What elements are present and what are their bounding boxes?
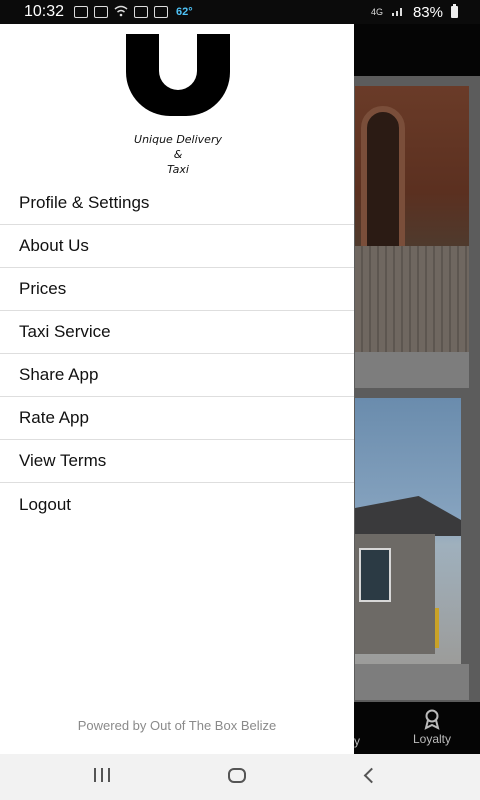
battery-icon — [451, 4, 458, 18]
house-photo-card[interactable] — [355, 398, 461, 664]
status-time: 10:32 — [24, 3, 65, 20]
signal-icon — [391, 4, 405, 21]
door — [359, 548, 391, 602]
post — [435, 608, 439, 648]
menu-item-profile-settings[interactable]: Profile & Settings — [0, 182, 354, 225]
roof — [355, 496, 461, 536]
card-caption — [355, 664, 469, 700]
weather-temp: 62° — [176, 6, 193, 18]
logo-line-2: & — [173, 148, 183, 161]
message-icon — [94, 6, 109, 18]
recents-button[interactable] — [90, 766, 114, 788]
wifi-icon — [114, 4, 128, 21]
building-photo-card[interactable] — [355, 86, 469, 352]
navigation-drawer: Unique Delivery & Taxi Profile & Setting… — [0, 24, 354, 754]
back-button[interactable] — [360, 766, 384, 788]
calendar-icon — [154, 6, 169, 18]
app-logo: Unique Delivery & Taxi — [126, 34, 230, 182]
menu-item-prices[interactable]: Prices — [0, 268, 354, 311]
home-button[interactable] — [226, 766, 250, 788]
status-bar: 10:32 62° 4G 83% — [0, 0, 480, 24]
logo-letter-u — [126, 34, 230, 116]
notification-icons: 62° — [74, 4, 193, 21]
menu-item-rate-app[interactable]: Rate App — [0, 397, 354, 440]
image-icon — [134, 6, 149, 18]
logo-line-3: Taxi — [167, 163, 189, 176]
tab-loyalty[interactable]: Loyalty — [400, 708, 464, 752]
logo-line-1: Unique Delivery — [134, 133, 222, 146]
powered-by-footer: Powered by Out of The Box Belize — [77, 718, 277, 733]
logo-text: Unique Delivery & Taxi — [120, 132, 236, 177]
battery-percent: 83% — [412, 3, 443, 21]
menu-item-logout[interactable]: Logout — [0, 483, 354, 526]
metal-shed — [355, 246, 469, 352]
tab-partial-label: y — [354, 734, 360, 748]
drawer-menu: Profile & Settings About Us Prices Taxi … — [0, 182, 354, 526]
system-nav-bar — [0, 754, 480, 800]
arched-window — [361, 106, 405, 256]
menu-item-view-terms[interactable]: View Terms — [0, 440, 354, 483]
award-ribbon-icon — [421, 708, 443, 730]
network-type: 4G — [370, 7, 383, 17]
message-icon — [74, 6, 89, 18]
menu-item-taxi-service[interactable]: Taxi Service — [0, 311, 354, 354]
menu-item-share-app[interactable]: Share App — [0, 354, 354, 397]
menu-item-about-us[interactable]: About Us — [0, 225, 354, 268]
tab-loyalty-label: Loyalty — [412, 732, 452, 746]
card-caption — [355, 352, 469, 388]
system-status: 4G 83% — [371, 0, 458, 24]
